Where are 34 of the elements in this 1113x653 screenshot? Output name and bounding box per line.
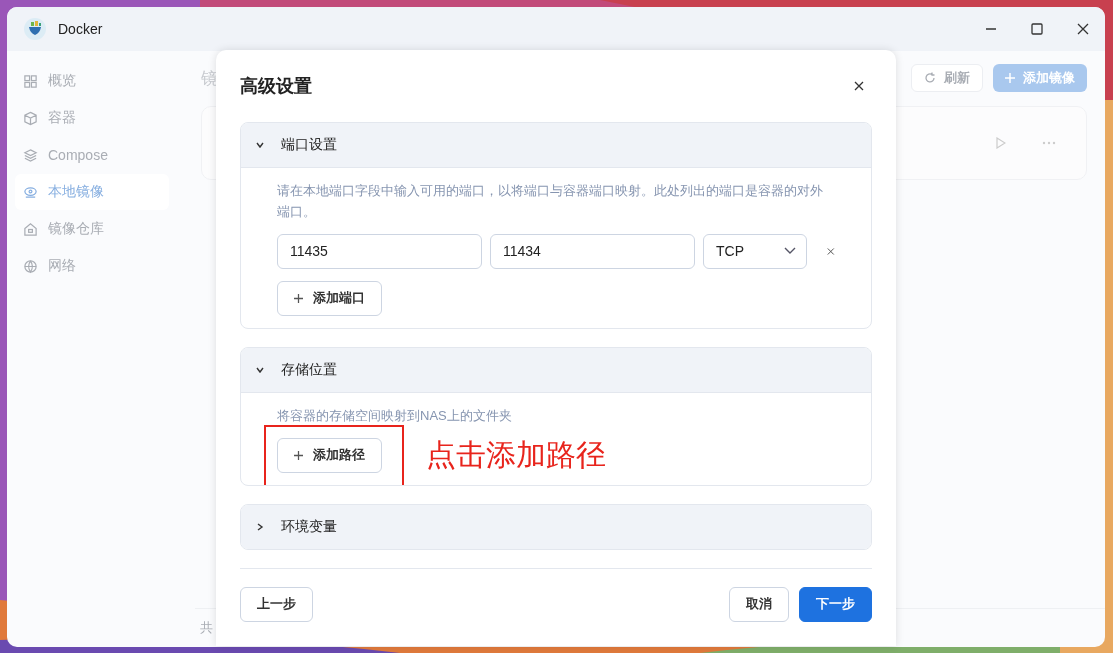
plus-icon [294,450,303,460]
section-description: 请在本地端口字段中输入可用的端口，以将端口与容器端口映射。此处列出的端口是容器的对外端口。 [277,181,824,221]
eye-icon [23,184,38,200]
add-button[interactable]: 添加端口 [277,280,382,316]
dialog-title: 高级设置 [240,75,312,98]
grid-icon [23,73,38,89]
layers-icon [23,147,38,163]
plus-icon [294,293,303,303]
section-header[interactable]: 环境变量 [241,504,871,549]
section-header[interactable]: 存储位置 [241,347,871,393]
back-button[interactable]: 上一步 [240,587,313,622]
close-icon[interactable] [854,81,864,91]
house-icon [23,221,38,237]
section-description: 将容器的存储空间映射到NAS上的文件夹 [277,406,513,425]
chevron-right-icon [255,521,265,532]
protocol-dropdown[interactable]: TCP [703,233,808,269]
section-header[interactable]: 端口设置 [241,122,871,168]
annotation-text: 点击添加路径 [426,436,606,473]
footer-text: 共 [200,619,213,637]
close-icon[interactable] [1077,23,1089,35]
window-title: Docker [58,21,103,37]
cancel-button[interactable]: 取消 [729,587,789,622]
globe-icon [23,258,38,274]
whale-logo-icon [24,18,46,40]
add-button[interactable]: 添加路径 [277,437,382,473]
chevron-down-icon [784,247,797,256]
plus-icon [1005,73,1015,83]
remove-icon[interactable] [827,246,835,256]
local-port-field[interactable]: 11435 [277,233,482,269]
next-button[interactable]: 下一步 [799,587,872,622]
container-port-field[interactable]: 11434 [490,233,695,269]
cube-icon [23,110,38,126]
maximize-icon[interactable] [1031,23,1043,35]
refresh-icon [924,72,936,84]
